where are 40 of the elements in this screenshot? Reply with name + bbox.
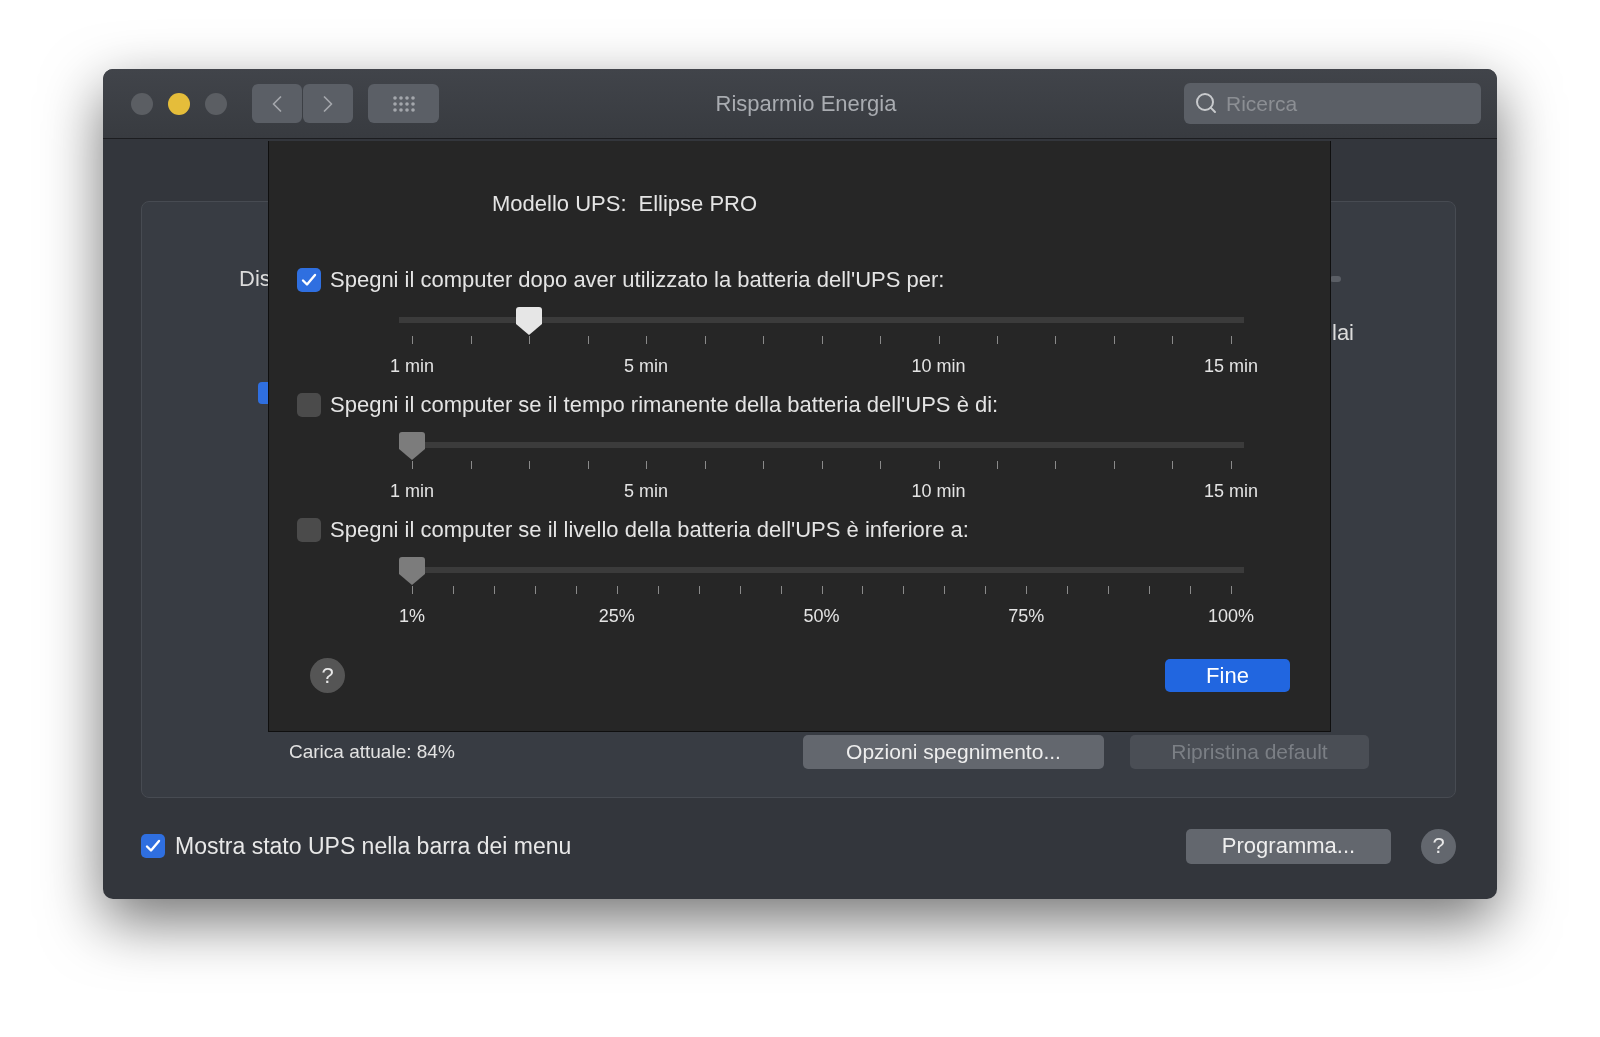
tick-label: 10 min bbox=[911, 481, 966, 502]
checkbox[interactable] bbox=[258, 382, 269, 404]
tick-label: 15 min bbox=[1204, 481, 1258, 502]
tick-label: 50% bbox=[803, 606, 840, 627]
tick-label: 1 min bbox=[390, 356, 434, 377]
slider-thumb[interactable] bbox=[398, 431, 426, 461]
tick-label: 25% bbox=[598, 606, 635, 627]
help-button[interactable]: ? bbox=[310, 658, 345, 693]
model-label: Modello UPS: bbox=[492, 191, 627, 217]
tick-label: 15 min bbox=[1204, 356, 1258, 377]
checkbox[interactable] bbox=[297, 518, 321, 542]
setting-label: lai bbox=[1332, 320, 1354, 346]
tick-label: 100% bbox=[1208, 606, 1254, 627]
window-title: Risparmio Energia bbox=[715, 90, 897, 117]
shutdown-options-button[interactable]: Opzioni spegnimento... bbox=[803, 735, 1104, 769]
checkbox-label: Spegni il computer dopo aver utilizzato la batteria dell'UPS per: bbox=[330, 267, 945, 293]
done-button[interactable]: Fine bbox=[1165, 659, 1290, 692]
show-all-button[interactable] bbox=[368, 84, 439, 123]
search-icon bbox=[1194, 91, 1218, 115]
tick-label: 75% bbox=[1008, 606, 1045, 627]
checkbox[interactable] bbox=[297, 268, 321, 292]
slider-thumb[interactable] bbox=[515, 306, 544, 336]
tick-label: 10 min bbox=[911, 356, 966, 377]
checkbox-label: Spegni il computer se il tempo rimanente della batteria dell'UPS è di: bbox=[330, 392, 999, 418]
checkbox-label: Spegni il computer se il livello della batteria dell'UPS è inferiore a: bbox=[330, 517, 969, 543]
model-value: Ellipse PRO bbox=[638, 191, 758, 217]
help-button[interactable]: ? bbox=[1421, 828, 1456, 864]
checkbox[interactable] bbox=[141, 834, 165, 858]
tick-label: 1% bbox=[399, 606, 425, 627]
schedule-button[interactable]: Programma... bbox=[1186, 828, 1391, 864]
charge-label: Carica attuale: 84% bbox=[289, 741, 455, 763]
tick-label: 1 min bbox=[390, 481, 434, 502]
checkbox-label: Mostra stato UPS nella barra dei menu bbox=[175, 832, 572, 860]
checkmark-icon bbox=[301, 273, 317, 287]
tick-label: 5 min bbox=[624, 481, 668, 502]
checkmark-icon bbox=[145, 839, 161, 853]
tick-label: 5 min bbox=[624, 356, 668, 377]
slider-thumb[interactable] bbox=[398, 556, 426, 586]
window-control[interactable] bbox=[168, 92, 190, 115]
checkbox[interactable] bbox=[297, 393, 321, 417]
